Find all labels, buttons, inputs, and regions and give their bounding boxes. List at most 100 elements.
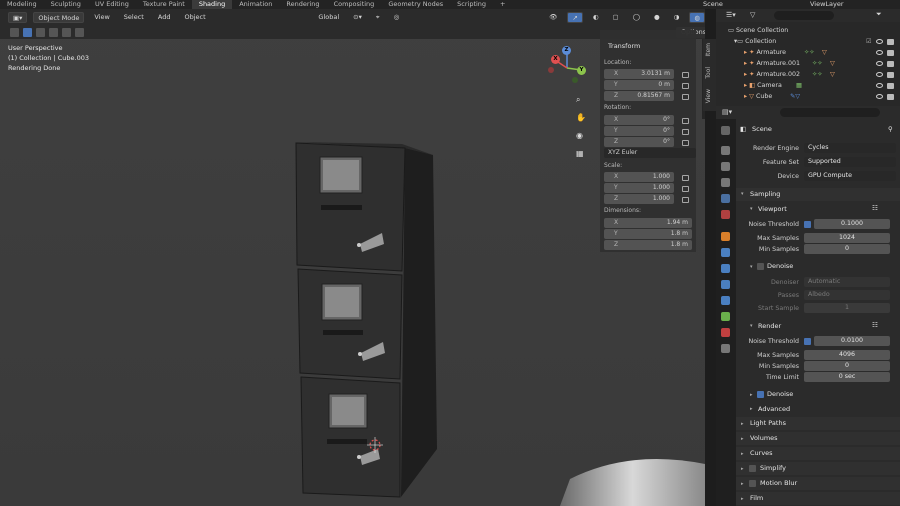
- viewport-subpanel-header[interactable]: Viewport: [758, 205, 787, 213]
- vp-max-samples-field[interactable]: 1024: [804, 233, 890, 243]
- device-dropdown[interactable]: GPU Compute: [804, 171, 896, 181]
- tab-view[interactable]: View: [705, 89, 715, 103]
- gizmo-toggle-icon[interactable]: ↗: [567, 11, 583, 23]
- scale-x-field[interactable]: X 1.000: [604, 172, 674, 182]
- view-layer-selector[interactable]: ViewLayer: [800, 0, 900, 9]
- output-tab-icon[interactable]: [721, 162, 730, 171]
- rotation-mode-dropdown[interactable]: XYZ Euler: [604, 148, 696, 158]
- gizmo-x[interactable]: X: [551, 55, 560, 64]
- tab-uv-editing[interactable]: UV Editing: [88, 0, 136, 9]
- tab-modeling[interactable]: Modeling: [0, 0, 44, 9]
- select-subtract-icon[interactable]: [49, 27, 58, 37]
- scene-tab-icon[interactable]: [721, 194, 730, 203]
- outliner-item-armature[interactable]: ▸ ✦ Armature ✧✧ ▽: [716, 47, 900, 58]
- tab-scripting[interactable]: Scripting: [450, 0, 493, 9]
- light-paths-panel[interactable]: Light Paths: [736, 417, 900, 430]
- menu-select[interactable]: Select: [120, 12, 148, 23]
- texture-tab-icon[interactable]: [721, 344, 730, 353]
- select-invert-icon[interactable]: [62, 27, 71, 37]
- r-time-limit-field[interactable]: 0 sec: [804, 372, 890, 382]
- material-tab-icon[interactable]: [721, 328, 730, 337]
- constraints-tab-icon[interactable]: [721, 296, 730, 305]
- r-noise-threshold-field[interactable]: 0.0100: [814, 336, 890, 346]
- tab-tool[interactable]: Tool: [705, 67, 715, 79]
- simplify-checkbox[interactable]: [749, 465, 756, 472]
- 3d-viewport[interactable]: ▣▾ Object Mode View Select Add Object Gl…: [0, 9, 705, 506]
- outliner-item-cube[interactable]: ▸ ▽ Cube ✎▽: [716, 91, 900, 102]
- proportional-edit-icon[interactable]: ◎: [390, 12, 404, 23]
- lock-icon[interactable]: [682, 94, 689, 100]
- rotation-x-field[interactable]: X 0°: [604, 115, 674, 125]
- r-noise-checkbox[interactable]: [804, 338, 811, 345]
- tab-rendering[interactable]: Rendering: [279, 0, 326, 9]
- pan-hand-icon[interactable]: ✋: [576, 109, 588, 127]
- scale-y-field[interactable]: Y 1.000: [604, 183, 674, 193]
- dimensions-x-field[interactable]: X 1.94 m: [604, 218, 692, 228]
- object-tab-icon[interactable]: [721, 232, 730, 241]
- list-icon[interactable]: ☷: [872, 204, 878, 212]
- dimensions-z-field[interactable]: Z 1.8 m: [604, 240, 692, 250]
- scale-z-field[interactable]: Z 1.000: [604, 194, 674, 204]
- xray-toggle-icon[interactable]: ▢: [609, 12, 623, 23]
- motion-blur-checkbox[interactable]: [749, 480, 756, 487]
- pin-icon[interactable]: ⚲: [888, 125, 893, 133]
- data-tab-icon[interactable]: [721, 312, 730, 321]
- lock-icon[interactable]: [682, 83, 689, 89]
- visibility-icon[interactable]: 👁: [545, 12, 561, 23]
- dimensions-y-field[interactable]: Y 1.8 m: [604, 229, 692, 239]
- volumes-panel[interactable]: Volumes: [736, 432, 900, 445]
- render-engine-dropdown[interactable]: Cycles: [804, 143, 896, 153]
- rotation-z-field[interactable]: Z 0°: [604, 137, 674, 147]
- lock-icon[interactable]: [682, 129, 689, 135]
- transform-header[interactable]: Transform: [608, 42, 640, 50]
- tab-animation[interactable]: Animation: [232, 0, 279, 9]
- location-x-field[interactable]: X 3.0131 m: [604, 69, 674, 79]
- vp-denoise-subpanel[interactable]: Denoise: [767, 262, 793, 270]
- r-max-samples-field[interactable]: 4096: [804, 350, 890, 360]
- location-y-field[interactable]: Y0 m: [604, 80, 674, 90]
- ortho-grid-icon[interactable]: ▦: [576, 145, 588, 163]
- lock-icon[interactable]: [682, 175, 689, 181]
- shading-rendered-icon[interactable]: ◍: [689, 11, 705, 23]
- tool-tab-icon[interactable]: [721, 126, 730, 135]
- scene-collection-row[interactable]: ▭ Scene Collection: [716, 25, 900, 36]
- orientation-selector[interactable]: Global: [314, 12, 343, 23]
- outliner-item-armature-002[interactable]: ▸ ✦ Armature.002 ✧✧ ▽: [716, 69, 900, 80]
- lock-icon[interactable]: [682, 118, 689, 124]
- world-tab-icon[interactable]: [721, 210, 730, 219]
- vp-noise-checkbox[interactable]: [804, 221, 811, 228]
- particles-tab-icon[interactable]: [721, 264, 730, 273]
- advanced-subpanel[interactable]: Advanced: [758, 405, 790, 413]
- film-panel[interactable]: Film: [736, 492, 900, 505]
- outliner-search-input[interactable]: [774, 11, 834, 20]
- feature-set-dropdown[interactable]: Supported: [804, 157, 896, 167]
- filter-icon[interactable]: ▽: [750, 11, 755, 19]
- shading-solid-icon[interactable]: ●: [650, 12, 664, 23]
- tab-compositing[interactable]: Compositing: [327, 0, 382, 9]
- gizmo-y[interactable]: Y: [577, 66, 586, 75]
- list-icon[interactable]: ☷: [872, 321, 878, 329]
- properties-editor-icon[interactable]: ▤▾: [722, 108, 732, 116]
- add-workspace-button[interactable]: +: [493, 0, 512, 9]
- navigation-gizmo[interactable]: Z Y X: [545, 44, 590, 89]
- shading-wireframe-icon[interactable]: ◯: [629, 12, 644, 23]
- simplify-panel[interactable]: Simplify: [736, 462, 900, 475]
- render-subpanel-header[interactable]: Render: [758, 322, 781, 330]
- properties-search-input[interactable]: [780, 108, 880, 117]
- location-z-field[interactable]: Z 0.81567 m: [604, 91, 674, 101]
- editor-type-button[interactable]: ▣▾: [8, 11, 28, 23]
- view-layer-tab-icon[interactable]: [721, 178, 730, 187]
- tab-shading[interactable]: Shading: [191, 0, 233, 9]
- vp-passes-dropdown[interactable]: Albedo: [804, 290, 890, 300]
- camera-view-icon[interactable]: ◉: [576, 127, 588, 145]
- overlay-toggle-icon[interactable]: ◐: [589, 12, 603, 23]
- collection-row[interactable]: ▾▭ Collection ☑: [716, 36, 900, 47]
- menu-view[interactable]: View: [90, 12, 113, 23]
- pivot-icon[interactable]: ⊙▾: [349, 12, 366, 23]
- select-extend-icon[interactable]: [36, 27, 45, 37]
- rotation-y-field[interactable]: Y 0°: [604, 126, 674, 136]
- vp-min-samples-field[interactable]: 0: [804, 244, 890, 254]
- mode-selector[interactable]: Object Mode: [33, 11, 85, 23]
- select-intersect-icon[interactable]: [75, 27, 84, 37]
- shading-material-icon[interactable]: ◑: [670, 12, 684, 23]
